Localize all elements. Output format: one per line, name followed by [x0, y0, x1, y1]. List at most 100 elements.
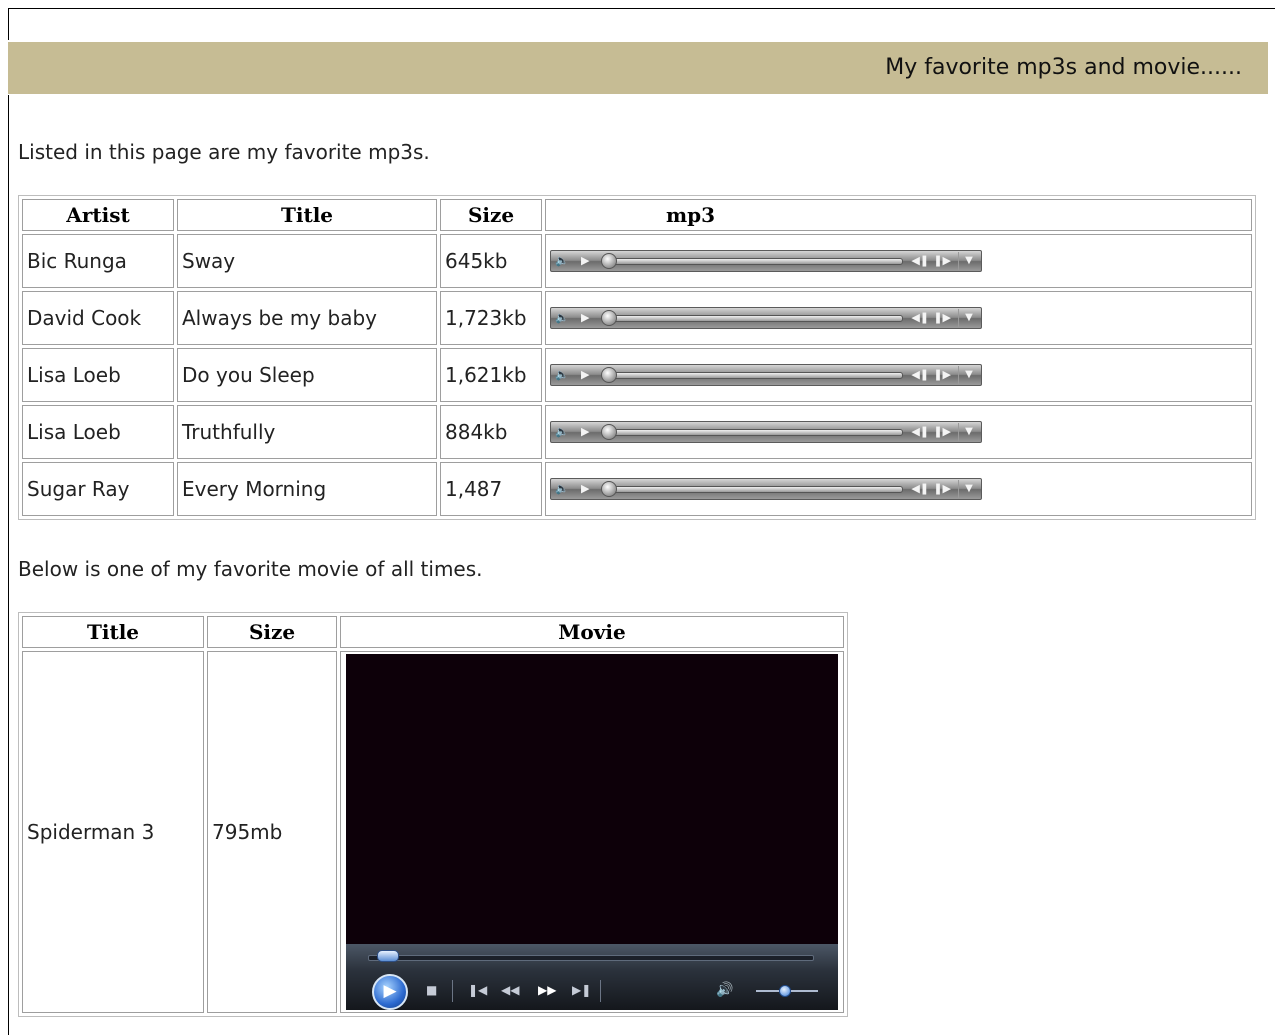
movie-table-header-row: Title Size Movie — [22, 616, 844, 648]
previous-icon[interactable]: ◀❚ — [911, 310, 929, 326]
speaker-icon[interactable]: 🔈 — [555, 424, 569, 440]
speaker-icon[interactable]: 🔈 — [555, 253, 569, 269]
mp3-player[interactable]: 🔈 ▶ ◀❚ ❚▶ ▼ — [550, 307, 982, 329]
size-cell: 1,621kb — [440, 348, 542, 402]
column-header-title: Title — [177, 199, 437, 231]
video-seek-handle[interactable] — [376, 950, 399, 962]
artist-cell: Lisa Loeb — [22, 348, 174, 402]
seek-handle[interactable] — [601, 253, 617, 269]
page-title: My favorite mp3s and movie...... — [885, 55, 1242, 80]
mp3-table: Artist Title Size mp3 Bic Runga Sway 645… — [18, 195, 1256, 520]
control-divider — [452, 980, 453, 1002]
next-icon[interactable]: ❚▶ — [933, 424, 951, 440]
seek-bar[interactable] — [607, 429, 903, 436]
table-row: Bic Runga Sway 645kb 🔈 ▶ ◀❚ ❚▶ ▼ — [22, 234, 1252, 288]
page-top-border — [8, 8, 1275, 9]
video-control-bar: ▶ ■ ❚◀ ◀◀ ▶▶ ▶❚ 🔊 — [346, 944, 838, 1010]
seek-bar[interactable] — [607, 258, 903, 265]
previous-icon[interactable]: ◀❚ — [911, 253, 929, 269]
mp3-player-cell: 🔈 ▶ ◀❚ ❚▶ ▼ — [545, 291, 1252, 345]
movie-intro-text: Below is one of my favorite movie of all… — [18, 557, 483, 581]
table-row: David Cook Always be my baby 1,723kb 🔈 ▶… — [22, 291, 1252, 345]
speaker-icon[interactable]: 🔈 — [555, 310, 569, 326]
next-icon[interactable]: ❚▶ — [933, 253, 951, 269]
column-header-mp3: mp3 — [545, 199, 1252, 231]
movie-size-cell: 795mb — [207, 651, 337, 1013]
next-icon[interactable]: ❚▶ — [933, 310, 951, 326]
next-icon[interactable]: ❚▶ — [933, 367, 951, 383]
seek-bar[interactable] — [607, 372, 903, 379]
play-icon[interactable]: ▶ — [581, 424, 589, 440]
mp3-player[interactable]: 🔈 ▶ ◀❚ ❚▶ ▼ — [550, 250, 982, 272]
column-header-size: Size — [440, 199, 542, 231]
column-header-size: Size — [207, 616, 337, 648]
title-cell: Every Morning — [177, 462, 437, 516]
title-cell: Truthfully — [177, 405, 437, 459]
size-cell: 1,487 — [440, 462, 542, 516]
movie-title-cell: Spiderman 3 — [22, 651, 204, 1013]
volume-handle[interactable] — [779, 985, 792, 997]
mp3-player[interactable]: 🔈 ▶ ◀❚ ❚▶ ▼ — [550, 421, 982, 443]
movie-player-cell: ▶ ■ ❚◀ ◀◀ ▶▶ ▶❚ 🔊 — [340, 651, 844, 1013]
chevron-down-icon[interactable]: ▼ — [958, 366, 979, 384]
next-icon[interactable]: ❚▶ — [933, 481, 951, 497]
play-icon[interactable]: ▶ — [581, 310, 589, 326]
mp3-player-cell: 🔈 ▶ ◀❚ ❚▶ ▼ — [545, 405, 1252, 459]
artist-cell: Sugar Ray — [22, 462, 174, 516]
volume-icon[interactable]: 🔊 — [716, 982, 733, 998]
header-banner: My favorite mp3s and movie...... — [8, 42, 1268, 94]
video-seek-bar[interactable] — [368, 955, 814, 961]
size-cell: 1,723kb — [440, 291, 542, 345]
seek-bar[interactable] — [607, 315, 903, 322]
previous-icon[interactable]: ◀❚ — [911, 424, 929, 440]
rewind-icon[interactable]: ◀◀ — [501, 982, 519, 998]
title-cell: Do you Sleep — [177, 348, 437, 402]
mp3-player-cell: 🔈 ▶ ◀❚ ❚▶ ▼ — [545, 462, 1252, 516]
play-icon[interactable]: ▶ — [581, 481, 589, 497]
page-left-border-top — [8, 8, 9, 40]
stop-icon[interactable]: ■ — [426, 982, 437, 998]
artist-cell: Lisa Loeb — [22, 405, 174, 459]
speaker-icon[interactable]: 🔈 — [555, 481, 569, 497]
page-left-border — [8, 95, 9, 1035]
seek-handle[interactable] — [601, 310, 617, 326]
size-cell: 884kb — [440, 405, 542, 459]
mp3-intro-text: Listed in this page are my favorite mp3s… — [18, 140, 430, 164]
chevron-down-icon[interactable]: ▼ — [958, 480, 979, 498]
previous-icon[interactable]: ◀❚ — [911, 481, 929, 497]
column-header-movie: Movie — [340, 616, 844, 648]
chevron-down-icon[interactable]: ▼ — [958, 423, 979, 441]
table-row: Lisa Loeb Truthfully 884kb 🔈 ▶ ◀❚ ❚▶ ▼ — [22, 405, 1252, 459]
next-icon[interactable]: ▶❚ — [572, 982, 591, 998]
title-cell: Always be my baby — [177, 291, 437, 345]
play-icon[interactable]: ▶ — [372, 974, 408, 1010]
video-screen[interactable] — [346, 654, 838, 944]
mp3-player-cell: 🔈 ▶ ◀❚ ❚▶ ▼ — [545, 348, 1252, 402]
previous-icon[interactable]: ❚◀ — [468, 982, 487, 998]
title-cell: Sway — [177, 234, 437, 288]
seek-handle[interactable] — [601, 424, 617, 440]
table-row: Sugar Ray Every Morning 1,487 🔈 ▶ ◀❚ ❚▶ … — [22, 462, 1252, 516]
chevron-down-icon[interactable]: ▼ — [958, 252, 979, 270]
movie-table: Title Size Movie Spiderman 3 795mb ▶ ■ ❚… — [18, 612, 848, 1017]
seek-handle[interactable] — [601, 481, 617, 497]
play-icon[interactable]: ▶ — [581, 367, 589, 383]
table-row: Lisa Loeb Do you Sleep 1,621kb 🔈 ▶ ◀❚ ❚▶… — [22, 348, 1252, 402]
play-icon[interactable]: ▶ — [581, 253, 589, 269]
previous-icon[interactable]: ◀❚ — [911, 367, 929, 383]
seek-handle[interactable] — [601, 367, 617, 383]
speaker-icon[interactable]: 🔈 — [555, 367, 569, 383]
mp3-player[interactable]: 🔈 ▶ ◀❚ ❚▶ ▼ — [550, 478, 982, 500]
chevron-down-icon[interactable]: ▼ — [958, 309, 979, 327]
mp3-player-cell: 🔈 ▶ ◀❚ ❚▶ ▼ — [545, 234, 1252, 288]
mp3-table-header-row: Artist Title Size mp3 — [22, 199, 1252, 231]
seek-bar[interactable] — [607, 486, 903, 493]
artist-cell: Bic Runga — [22, 234, 174, 288]
column-header-artist: Artist — [22, 199, 174, 231]
size-cell: 645kb — [440, 234, 542, 288]
mp3-player[interactable]: 🔈 ▶ ◀❚ ❚▶ ▼ — [550, 364, 982, 386]
video-player[interactable]: ▶ ■ ❚◀ ◀◀ ▶▶ ▶❚ 🔊 — [346, 654, 838, 1010]
column-header-title: Title — [22, 616, 204, 648]
fast-forward-icon[interactable]: ▶▶ — [538, 982, 556, 998]
artist-cell: David Cook — [22, 291, 174, 345]
